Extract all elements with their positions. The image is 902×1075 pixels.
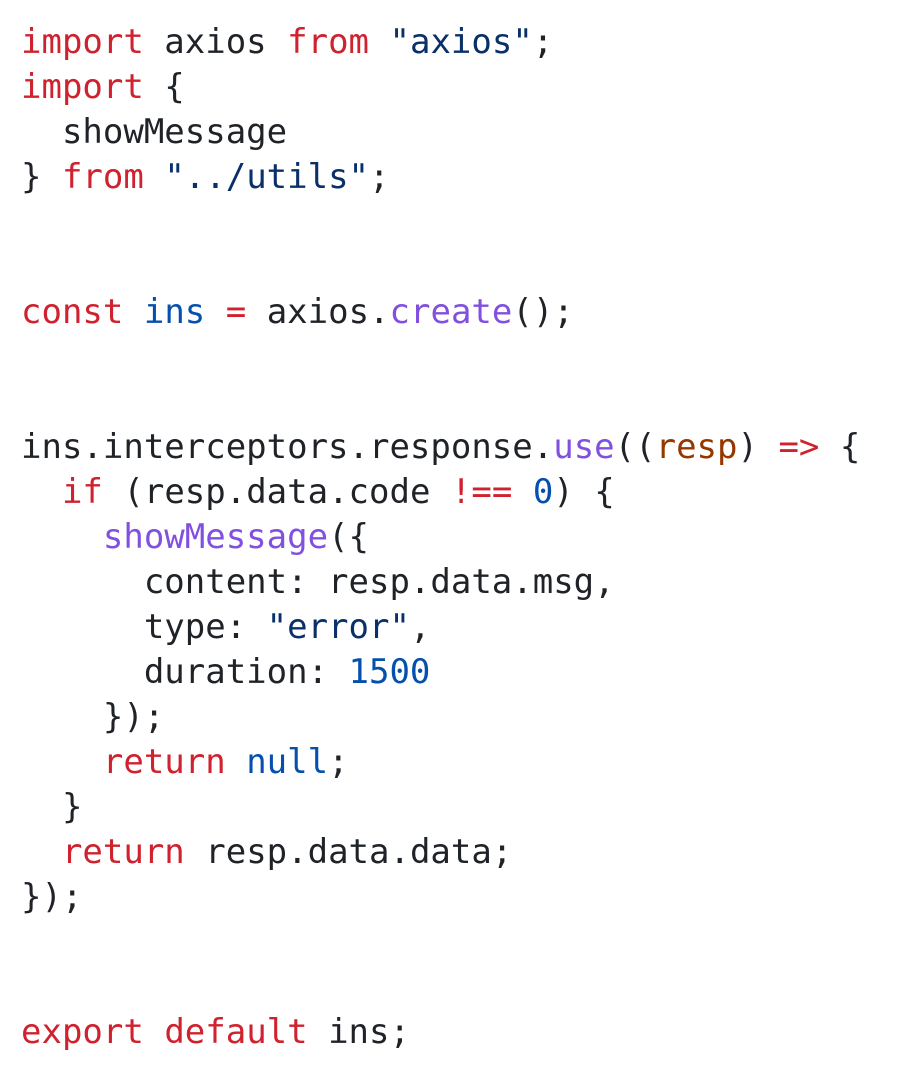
code-token: { xyxy=(143,67,185,107)
code-line-20: }); xyxy=(21,875,891,920)
code-token: ins.interceptors.response. xyxy=(21,427,554,467)
code-token: resp xyxy=(655,427,738,467)
code-token: { xyxy=(819,427,861,467)
code-line-3: showMessage xyxy=(21,110,891,155)
code-line-13: content: resp.data.msg, xyxy=(21,560,891,605)
code-token: axios. xyxy=(246,292,390,332)
code-token: ({ xyxy=(328,517,370,557)
code-line-19: return resp.data.data; xyxy=(21,830,891,875)
code-token: } xyxy=(21,787,83,827)
code-token: use xyxy=(553,427,615,467)
code-token: axios xyxy=(143,22,288,62)
code-line-16: }); xyxy=(21,695,891,740)
code-token: , xyxy=(409,607,431,647)
code-token: import xyxy=(21,67,144,107)
code-block: import axios from "axios"; import { showM… xyxy=(21,20,891,1055)
code-token: import xyxy=(21,22,144,62)
code-token: showMessage xyxy=(21,112,288,152)
code-token: ins xyxy=(143,292,206,332)
code-token: 1500 xyxy=(348,652,431,692)
code-token: } xyxy=(21,157,62,197)
code-token: (( xyxy=(614,427,656,467)
code-token: null xyxy=(246,742,329,782)
code-token: }); xyxy=(21,697,165,737)
code-token: => xyxy=(778,427,820,467)
code-token: }); xyxy=(21,877,83,917)
code-token: (resp.data.code xyxy=(102,472,451,512)
code-token: resp.data.data; xyxy=(184,832,513,872)
code-token: return xyxy=(102,742,226,782)
code-line-1: import axios from "axios"; xyxy=(21,20,891,65)
code-token: ; xyxy=(369,157,390,197)
code-token: if xyxy=(61,472,103,512)
code-token: 0 xyxy=(532,472,554,512)
code-token: from xyxy=(287,22,370,62)
code-line-14: type: "error", xyxy=(21,605,891,650)
code-token: ins; xyxy=(307,1012,410,1052)
code-line-7: const ins = axios.create(); xyxy=(21,290,891,335)
code-token: (); xyxy=(512,292,574,332)
code-line-18: } xyxy=(21,785,891,830)
code-token: content: resp.data.msg, xyxy=(21,562,615,602)
code-token: duration: xyxy=(21,652,349,692)
code-line-15: duration: 1500 xyxy=(21,650,891,695)
code-token: default xyxy=(164,1012,308,1052)
code-token: "axios" xyxy=(389,22,533,62)
code-line-17: return null; xyxy=(21,740,891,785)
code-token: ) xyxy=(737,427,779,467)
code-line-12: showMessage({ xyxy=(21,515,891,560)
code-token: ; xyxy=(532,22,554,62)
code-token: return xyxy=(61,832,185,872)
code-line-4: } from "../utils"; xyxy=(21,155,891,200)
code-line-23: export default ins; xyxy=(21,1010,891,1055)
code-token: = xyxy=(225,292,247,332)
code-token: export xyxy=(21,1012,144,1052)
code-token: create xyxy=(389,292,513,332)
code-line-11: if (resp.data.code !== 0) { xyxy=(21,470,891,515)
code-line-2: import { xyxy=(21,65,891,110)
code-token: "error" xyxy=(266,607,410,647)
code-token: from xyxy=(61,157,144,197)
code-token: !== xyxy=(450,472,513,512)
code-token: type: xyxy=(21,607,267,647)
code-token: ) { xyxy=(553,472,615,512)
code-line-10: ins.interceptors.response.use((resp) => … xyxy=(21,425,891,470)
code-token: const xyxy=(21,292,124,332)
code-token: "../utils" xyxy=(164,157,370,197)
code-token: showMessage xyxy=(102,517,329,557)
code-token: ; xyxy=(328,742,349,782)
